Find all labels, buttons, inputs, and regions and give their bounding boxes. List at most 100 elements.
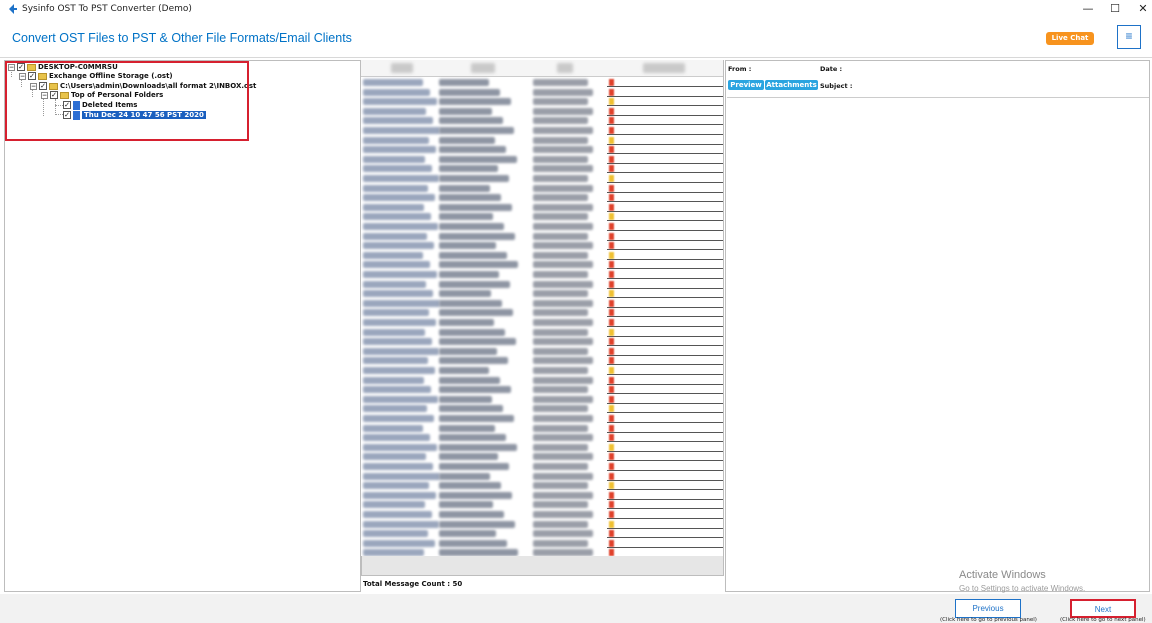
preview-body [727, 97, 1149, 591]
message-grid[interactable] [361, 60, 723, 556]
message-row[interactable] [361, 529, 723, 539]
message-from-cell [363, 175, 439, 182]
message-row[interactable] [361, 78, 723, 87]
message-row[interactable] [361, 452, 723, 462]
message-row[interactable] [361, 88, 723, 97]
message-row[interactable] [361, 491, 723, 500]
message-date-cell [533, 328, 588, 336]
message-row[interactable] [361, 232, 723, 241]
message-row[interactable] [361, 299, 723, 308]
message-row[interactable] [361, 404, 723, 414]
message-row[interactable] [361, 174, 723, 183]
previous-hint: (Click here to go to previous panel) [940, 617, 1037, 623]
message-row[interactable] [361, 510, 723, 519]
message-date-cell [533, 376, 593, 384]
next-button[interactable]: Next [1070, 599, 1136, 618]
message-from-cell [363, 213, 431, 221]
message-row[interactable] [361, 116, 723, 126]
message-row[interactable] [361, 241, 723, 251]
message-row[interactable] [361, 414, 723, 423]
message-row[interactable] [361, 472, 723, 481]
message-row[interactable] [361, 222, 723, 231]
message-row[interactable] [361, 347, 723, 356]
message-row[interactable] [361, 145, 723, 155]
message-row[interactable] [361, 212, 723, 222]
message-flag-icon [609, 290, 614, 298]
message-row[interactable] [361, 126, 723, 135]
tab-preview[interactable]: Preview [728, 80, 764, 90]
column-header-date[interactable] [557, 63, 573, 73]
message-row[interactable] [361, 107, 723, 116]
message-row[interactable] [361, 500, 723, 510]
message-from-cell [363, 338, 432, 346]
message-flag-icon [609, 194, 614, 202]
message-row[interactable] [361, 251, 723, 260]
app-logo-icon [9, 4, 17, 14]
message-row[interactable] [361, 328, 723, 337]
message-row[interactable] [361, 366, 723, 375]
message-row[interactable] [361, 385, 723, 395]
message-flag-icon [609, 223, 614, 230]
message-subject-cell [439, 520, 515, 528]
message-row[interactable] [361, 443, 723, 452]
message-row[interactable] [361, 337, 723, 347]
message-date-cell [533, 453, 593, 461]
message-row[interactable] [361, 289, 723, 299]
message-row[interactable] [361, 356, 723, 366]
message-date-cell [533, 539, 588, 547]
message-row[interactable] [361, 136, 723, 145]
message-row[interactable] [361, 164, 723, 174]
live-chat-button[interactable]: Live Chat [1046, 32, 1094, 45]
message-row[interactable] [361, 97, 723, 107]
message-row[interactable] [361, 433, 723, 443]
column-header-attachment[interactable] [643, 63, 685, 73]
message-row[interactable] [361, 260, 723, 270]
message-row[interactable] [361, 539, 723, 548]
message-row[interactable] [361, 318, 723, 327]
message-row[interactable] [361, 203, 723, 212]
message-row[interactable] [361, 424, 723, 433]
message-flag-icon [609, 251, 614, 259]
message-flag-icon [609, 127, 614, 134]
message-row[interactable] [361, 155, 723, 164]
message-row[interactable] [361, 548, 723, 556]
close-button[interactable]: ✕ [1127, 0, 1152, 18]
message-from-cell [363, 319, 436, 326]
message-row[interactable] [361, 193, 723, 203]
hamburger-menu-button[interactable]: ≡ [1117, 25, 1141, 49]
message-from-cell [363, 530, 428, 538]
message-date-cell [533, 299, 593, 307]
message-from-cell [363, 386, 431, 394]
message-flag-icon [609, 271, 614, 278]
message-row[interactable] [361, 520, 723, 529]
message-from-cell [363, 203, 424, 211]
message-date-cell [533, 127, 593, 134]
tab-attachments[interactable]: Attachments [765, 80, 818, 90]
message-row[interactable] [361, 395, 723, 404]
message-row[interactable] [361, 270, 723, 279]
window-title: Sysinfo OST To PST Converter (Demo) [22, 4, 192, 14]
message-subject-cell [439, 443, 517, 451]
message-subject-cell [439, 491, 512, 499]
message-row[interactable] [361, 280, 723, 289]
message-from-cell [363, 328, 425, 336]
message-row[interactable] [361, 376, 723, 385]
message-flag-icon [609, 338, 614, 346]
message-row[interactable] [361, 462, 723, 471]
message-subject-cell [439, 328, 505, 336]
message-subject-cell [439, 242, 496, 250]
message-flag-icon [609, 434, 614, 442]
message-date-cell [533, 501, 588, 509]
message-row[interactable] [361, 184, 723, 193]
message-subject-cell [439, 347, 497, 355]
column-header-from[interactable] [391, 63, 413, 73]
previous-button[interactable]: Previous [955, 599, 1021, 618]
message-row[interactable] [361, 481, 723, 491]
message-subject-cell [439, 530, 496, 538]
column-header-subject[interactable] [471, 63, 495, 73]
message-flag-icon [609, 117, 614, 125]
message-subject-cell [439, 463, 509, 470]
message-subject-cell [439, 184, 490, 192]
message-row[interactable] [361, 308, 723, 318]
message-date-cell [533, 107, 593, 115]
